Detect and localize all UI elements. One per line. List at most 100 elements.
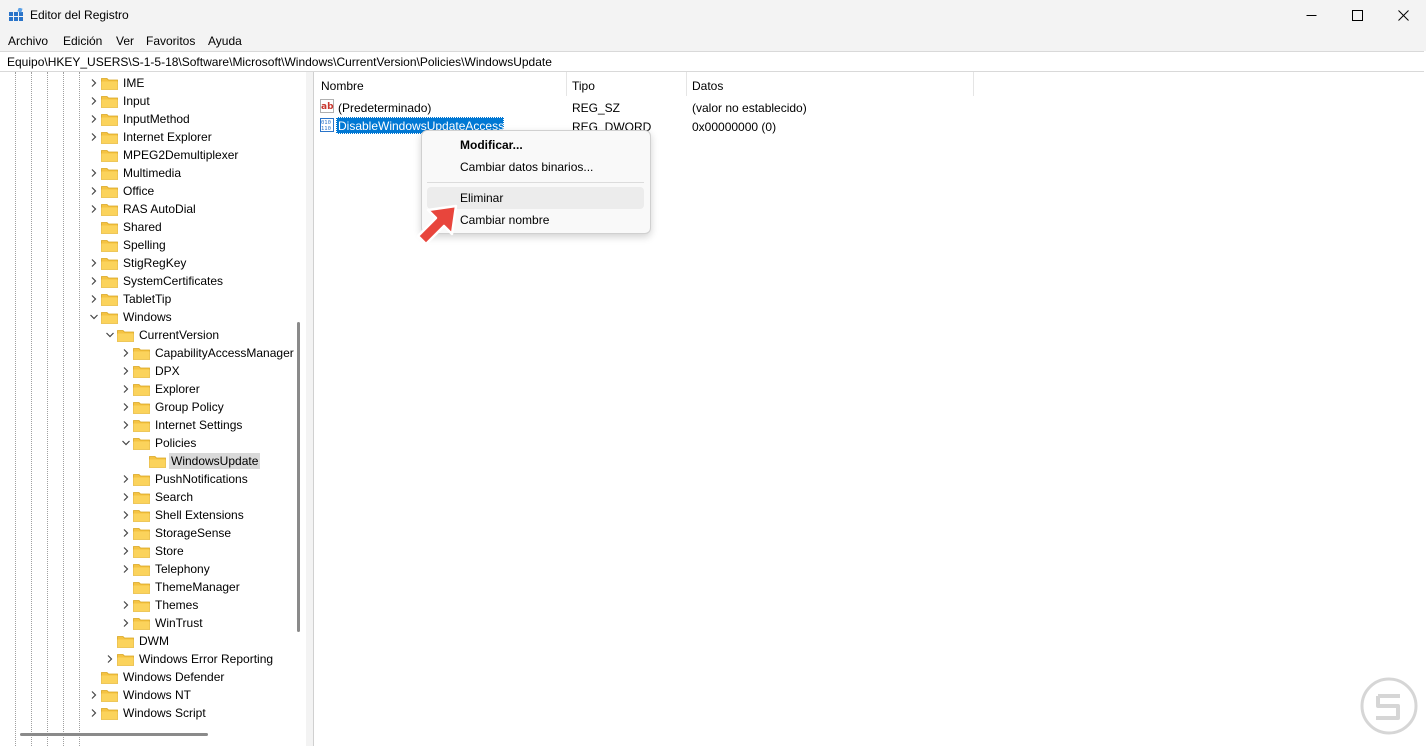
tree-node-label: DWM (139, 634, 169, 648)
tree-node[interactable]: Windows (3, 308, 303, 326)
menu-item-modificar[interactable]: Modificar... (427, 134, 644, 156)
folder-icon (101, 258, 118, 270)
tree-node-label: Themes (155, 598, 199, 612)
chevron-down-icon[interactable] (89, 312, 99, 322)
tree-node[interactable]: IME (3, 74, 303, 92)
tree-node[interactable]: WinTrust (3, 614, 303, 632)
chevron-right-icon[interactable] (121, 420, 131, 430)
menu-separator (427, 182, 644, 183)
title-bar[interactable]: Editor del Registro (0, 0, 1426, 30)
tree-node[interactable]: MPEG2Demultiplexer (3, 146, 303, 164)
chevron-right-icon[interactable] (121, 384, 131, 394)
chevron-right-icon[interactable] (89, 294, 99, 304)
chevron-right-icon[interactable] (89, 708, 99, 718)
value-row[interactable]: 010 110 DisableWindowsUpdateAccess REG_D… (314, 117, 1014, 135)
chevron-right-icon[interactable] (89, 204, 99, 214)
tree-node[interactable]: Store (3, 542, 303, 560)
tree-node[interactable]: PushNotifications (3, 470, 303, 488)
tree-horizontal-scrollbar[interactable] (20, 733, 208, 736)
chevron-right-icon[interactable] (89, 78, 99, 88)
chevron-right-icon[interactable] (89, 168, 99, 178)
value-row[interactable]: ab (Predeterminado) REG_SZ (valor no est… (314, 98, 1014, 116)
tree-node[interactable]: Explorer (3, 380, 303, 398)
folder-icon (101, 222, 118, 234)
address-bar[interactable]: Equipo\HKEY_USERS\S-1-5-18\Software\Micr… (0, 51, 1424, 72)
tree-node[interactable]: StorageSense (3, 524, 303, 542)
tree-node[interactable]: InputMethod (3, 110, 303, 128)
minimize-button[interactable] (1288, 0, 1334, 30)
chevron-right-icon[interactable] (105, 654, 115, 664)
chevron-right-icon[interactable] (89, 132, 99, 142)
chevron-right-icon[interactable] (121, 510, 131, 520)
tree-node[interactable]: Themes (3, 596, 303, 614)
close-button[interactable] (1380, 0, 1426, 30)
tree-node[interactable]: DPX (3, 362, 303, 380)
chevron-right-icon[interactable] (121, 600, 131, 610)
menu-ver[interactable]: Ver (116, 34, 134, 48)
tree-node[interactable]: Policies (3, 434, 303, 452)
column-divider[interactable] (686, 72, 687, 96)
menu-item-cambiar-datos-binarios[interactable]: Cambiar datos binarios... (427, 156, 644, 178)
menu-edicion[interactable]: Edición (63, 34, 102, 48)
tree-node[interactable]: Office (3, 182, 303, 200)
folder-icon (101, 708, 118, 720)
menu-archivo[interactable]: Archivo (8, 34, 48, 48)
chevron-right-icon[interactable] (121, 348, 131, 358)
tree-node[interactable]: Shell Extensions (3, 506, 303, 524)
chevron-right-icon[interactable] (121, 366, 131, 376)
tree-node[interactable]: DWM (3, 632, 303, 650)
chevron-right-icon[interactable] (121, 474, 131, 484)
tree-node[interactable]: Windows NT (3, 686, 303, 704)
chevron-right-icon[interactable] (89, 690, 99, 700)
tree-node[interactable]: ThemeManager (3, 578, 303, 596)
tree-node[interactable]: Multimedia (3, 164, 303, 182)
tree-node[interactable]: Telephony (3, 560, 303, 578)
tree-node[interactable]: CapabilityAccessManager (3, 344, 303, 362)
close-icon (1397, 9, 1409, 21)
tree-node-label: WindowsUpdate (169, 453, 261, 469)
tree-node[interactable]: TabletTip (3, 290, 303, 308)
folder-icon (133, 366, 150, 378)
chevron-right-icon[interactable] (89, 276, 99, 286)
tree-node[interactable]: WindowsUpdate (3, 452, 303, 470)
chevron-right-icon[interactable] (121, 564, 131, 574)
tree-node[interactable]: Windows Defender (3, 668, 303, 686)
tree-vertical-scrollbar[interactable] (297, 322, 300, 632)
pane-splitter[interactable] (306, 72, 313, 746)
chevron-right-icon[interactable] (121, 492, 131, 502)
menu-item-label: Modificar... (460, 138, 523, 152)
column-divider[interactable] (566, 72, 567, 96)
tree-node[interactable]: Group Policy (3, 398, 303, 416)
tree-node[interactable]: Internet Explorer (3, 128, 303, 146)
folder-icon (101, 240, 118, 252)
chevron-down-icon[interactable] (105, 330, 115, 340)
menu-ayuda[interactable]: Ayuda (208, 34, 242, 48)
tree-node[interactable]: Shared (3, 218, 303, 236)
tree-node[interactable]: SystemCertificates (3, 272, 303, 290)
chevron-down-icon[interactable] (121, 438, 131, 448)
tree-node[interactable]: Search (3, 488, 303, 506)
tree-node-label: SystemCertificates (123, 274, 224, 288)
tree-node[interactable]: Windows Script (3, 704, 303, 722)
maximize-button[interactable] (1334, 0, 1380, 30)
menu-favoritos[interactable]: Favoritos (146, 34, 195, 48)
chevron-right-icon[interactable] (89, 114, 99, 124)
string-value-icon: ab (320, 99, 334, 113)
chevron-right-icon[interactable] (121, 546, 131, 556)
chevron-right-icon[interactable] (89, 186, 99, 196)
tree-node[interactable]: CurrentVersion (3, 326, 303, 344)
tree-node[interactable]: RAS AutoDial (3, 200, 303, 218)
chevron-right-icon[interactable] (121, 402, 131, 412)
tree-node[interactable]: Spelling (3, 236, 303, 254)
chevron-right-icon[interactable] (89, 96, 99, 106)
chevron-right-icon[interactable] (121, 618, 131, 628)
tree-node[interactable]: Windows Error Reporting (3, 650, 303, 668)
column-divider[interactable] (973, 72, 974, 96)
key-tree[interactable]: IME Input InputMethod Internet Explorer MPEG… (3, 72, 307, 746)
chevron-right-icon[interactable] (89, 258, 99, 268)
tree-node[interactable]: Input (3, 92, 303, 110)
tree-node[interactable]: Internet Settings (3, 416, 303, 434)
tree-node[interactable]: StigRegKey (3, 254, 303, 272)
chevron-right-icon[interactable] (121, 528, 131, 538)
address-path[interactable]: Equipo\HKEY_USERS\S-1-5-18\Software\Micr… (7, 55, 552, 69)
